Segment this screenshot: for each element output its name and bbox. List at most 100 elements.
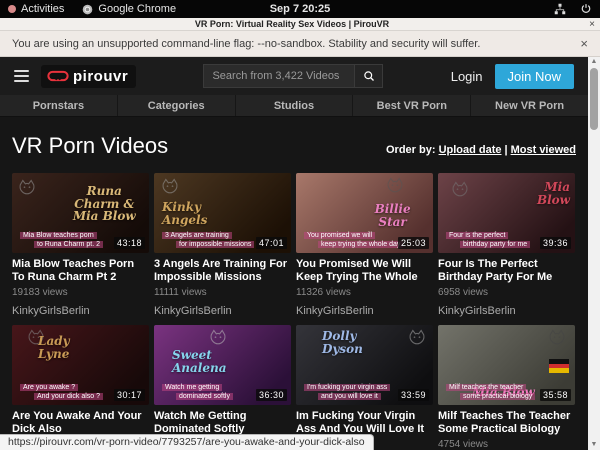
scrollbar-thumb[interactable]: [590, 68, 598, 130]
video-card[interactable]: Mia Blow Four is the perfect birthday pa…: [438, 173, 575, 317]
video-title-link[interactable]: 3 Angels Are Training For Impossible Mis…: [154, 258, 291, 284]
video-title-link[interactable]: Im Fucking Your Virgin Ass And You Will …: [296, 410, 433, 436]
video-title-link[interactable]: Mia Blow Teaches Porn To Runa Charm Pt 2: [12, 258, 149, 284]
video-card[interactable]: Dolly Dyson I'm fucking your virgin ass …: [296, 325, 433, 450]
nav-item-best-vr[interactable]: Best VR Porn: [353, 95, 470, 116]
nav-item-categories[interactable]: Categories: [118, 95, 235, 116]
video-thumbnail[interactable]: Dolly Dyson I'm fucking your virgin ass …: [296, 325, 433, 405]
network-icon[interactable]: [554, 3, 566, 15]
studio-cat-logo-icon: [160, 177, 180, 197]
page-title: VR Porn Videos: [12, 133, 168, 159]
duration-badge: 30:17: [114, 389, 145, 401]
main-content: VR Porn Videos Order by: Upload date|Mos…: [0, 117, 588, 450]
studio-link[interactable]: KinkyGirlsBerlin: [12, 305, 149, 317]
view-count: 19183 views: [12, 287, 149, 298]
vr-headset-icon: [47, 70, 69, 82]
clock[interactable]: Sep 7 20:25: [0, 3, 600, 15]
browser-tab-bar: VR Porn: Virtual Reality Sex Videos | Pi…: [0, 18, 600, 31]
studio-link[interactable]: KinkyGirlsBerlin: [438, 305, 575, 317]
studio-cat-logo-icon: [208, 328, 228, 348]
thumb-caption: birthday party for me: [460, 241, 530, 248]
scrollbar-down-icon[interactable]: ▼: [588, 440, 600, 450]
video-card[interactable]: Billie Star You promised we will keep tr…: [296, 173, 433, 317]
thumb-overlay-name: Dolly Dyson: [322, 330, 393, 355]
search-button[interactable]: [355, 64, 383, 88]
thumb-overlay-name: Runa Charm & Mia Blow: [65, 185, 144, 223]
power-icon[interactable]: [580, 3, 592, 15]
duration-badge: 39:36: [540, 237, 571, 249]
sandbox-warning-bar: You are using an unsupported command-lin…: [0, 31, 600, 57]
thumb-caption: I'm fucking your virgin ass: [304, 384, 390, 391]
duration-badge: 36:30: [256, 389, 287, 401]
search-icon: [363, 70, 375, 82]
order-by: Order by: Upload date|Most viewed: [386, 144, 576, 156]
duration-badge: 47:01: [256, 237, 287, 249]
video-thumbnail[interactable]: Runa Charm & Mia Blow Mia Blow teaches p…: [12, 173, 149, 253]
video-title-link[interactable]: Milf Teaches The Teacher Some Practical …: [438, 410, 575, 436]
thumb-caption: Milf teaches the teacher: [446, 384, 526, 391]
tab-title[interactable]: VR Porn: Virtual Reality Sex Videos | Pi…: [0, 19, 584, 29]
studio-cat-logo-icon: [407, 328, 427, 348]
thumb-overlay-name: Mia Blow: [512, 181, 570, 206]
video-grid: Runa Charm & Mia Blow Mia Blow teaches p…: [12, 173, 576, 450]
studio-link[interactable]: KinkyGirlsBerlin: [296, 305, 433, 317]
thumb-caption: Four is the perfect: [446, 232, 508, 239]
video-card[interactable]: Runa Charm & Mia Blow Mia Blow teaches p…: [12, 173, 149, 317]
thumb-caption: Are you awake ?: [20, 384, 78, 391]
warning-text: You are using an unsupported command-lin…: [12, 38, 480, 50]
german-flag-icon: [549, 359, 569, 373]
thumb-caption: for impossible missions: [176, 241, 254, 248]
order-by-label: Order by:: [386, 144, 436, 156]
order-most-viewed-link[interactable]: Most viewed: [511, 144, 576, 156]
search-bar: [203, 64, 383, 88]
video-title-link[interactable]: Four Is The Perfect Birthday Party For M…: [438, 258, 575, 284]
video-title-link[interactable]: Are You Awake And Your Dick Also: [12, 410, 149, 436]
nav-item-pornstars[interactable]: Pornstars: [0, 95, 117, 116]
join-now-button[interactable]: Join Now: [495, 64, 574, 89]
video-thumbnail[interactable]: Kinky Angels 3 Angels are training for i…: [154, 173, 291, 253]
video-card[interactable]: Mia Blow Milf teaches the teacher some p…: [438, 325, 575, 450]
video-thumbnail[interactable]: Lady Lyne Are you awake ? And your dick …: [12, 325, 149, 405]
main-nav: Pornstars Categories Studios Best VR Por…: [0, 95, 588, 117]
view-count: 4754 views: [438, 439, 575, 450]
system-bar: Activities Google Chrome Sep 7 20:25: [0, 0, 600, 18]
studio-link[interactable]: KinkyGirlsBerlin: [154, 305, 291, 317]
order-upload-date-link[interactable]: Upload date: [439, 144, 502, 156]
studio-cat-logo-icon: [547, 328, 567, 348]
login-link[interactable]: Login: [451, 69, 483, 84]
hamburger-menu-icon[interactable]: [14, 70, 29, 82]
scrollbar-up-icon[interactable]: ▲: [588, 57, 600, 67]
browser-scrollbar[interactable]: ▲ ▼: [588, 57, 600, 450]
nav-item-studios[interactable]: Studios: [236, 95, 353, 116]
video-thumbnail[interactable]: Mia Blow Four is the perfect birthday pa…: [438, 173, 575, 253]
thumb-caption: 3 Angels are training: [162, 232, 232, 239]
nav-item-new-vr[interactable]: New VR Porn: [471, 95, 588, 116]
video-title-link[interactable]: You Promised We Will Keep Trying The Who…: [296, 258, 433, 284]
duration-badge: 33:59: [398, 389, 429, 401]
video-title-link[interactable]: Watch Me Getting Dominated Softly: [154, 410, 291, 436]
video-card[interactable]: Lady Lyne Are you awake ? And your dick …: [12, 325, 149, 450]
thumb-overlay-name: Billie Star: [362, 203, 424, 228]
view-count: 6958 views: [438, 287, 575, 298]
warning-close-icon[interactable]: ×: [580, 36, 588, 51]
search-input[interactable]: [203, 64, 355, 88]
studio-cat-logo-icon: [385, 176, 405, 196]
video-thumbnail[interactable]: Mia Blow Milf teaches the teacher some p…: [438, 325, 575, 405]
duration-badge: 35:58: [540, 389, 571, 401]
thumb-caption: Mia Blow teaches porn: [20, 232, 97, 239]
thumb-caption: keep trying the whole day: [318, 241, 403, 248]
thumb-overlay-name: Lady Lyne: [38, 335, 93, 360]
thumb-caption: to Runa Charm pt. 2: [34, 241, 103, 248]
site-header: pirouvr Login Join Now: [0, 57, 588, 95]
video-card[interactable]: Kinky Angels 3 Angels are training for i…: [154, 173, 291, 317]
video-thumbnail[interactable]: Sweet Analena Watch me getting dominated…: [154, 325, 291, 405]
tab-close-icon[interactable]: ×: [584, 19, 600, 30]
thumb-overlay-name: Sweet Analena: [172, 349, 247, 374]
video-card[interactable]: Sweet Analena Watch me getting dominated…: [154, 325, 291, 450]
video-thumbnail[interactable]: Billie Star You promised we will keep tr…: [296, 173, 433, 253]
thumb-caption: and you will love it: [318, 393, 381, 400]
thumb-caption: dominated softly: [176, 393, 233, 400]
site-logo[interactable]: pirouvr: [41, 65, 136, 88]
view-count: 11326 views: [296, 287, 433, 298]
studio-cat-logo-icon: [450, 180, 470, 200]
